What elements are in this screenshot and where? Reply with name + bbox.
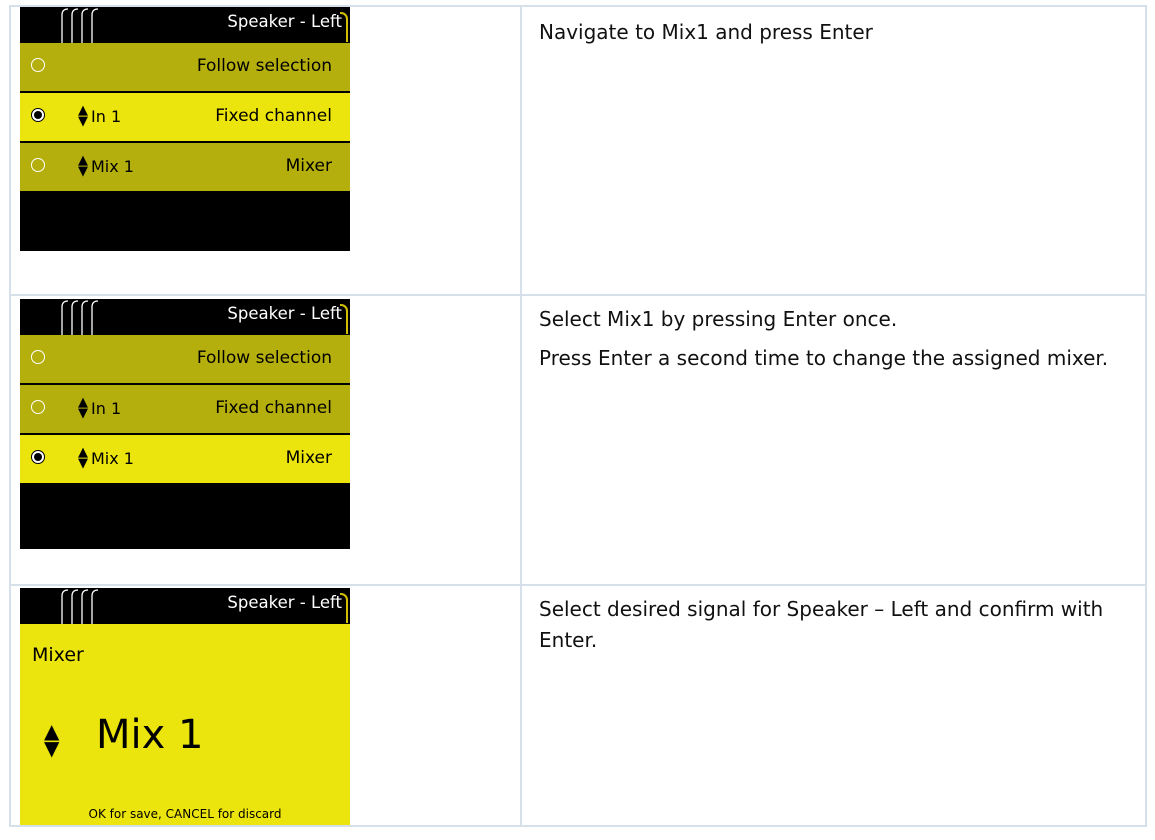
radio-button-icon[interactable] <box>31 450 45 464</box>
option-follow-selection[interactable]: Follow selection <box>20 43 350 93</box>
option-label: Fixed channel <box>215 398 332 418</box>
signal-lines-icon <box>61 300 99 335</box>
device-screen: Speaker - Left Follow selection ▲ ▼ In 1 … <box>20 7 350 251</box>
screen-title-bar: Speaker - Left <box>20 588 350 624</box>
screen-title: Speaker - Left <box>227 12 342 31</box>
device-screen: Speaker - Left Mixer ▲ ▼ Mix 1 OK for sav… <box>20 588 350 825</box>
option-label: Fixed channel <box>215 106 332 126</box>
option-label: Follow selection <box>196 348 332 368</box>
option-mixer[interactable]: ▲ ▼ Mix 1 Mixer <box>20 435 350 485</box>
option-label: Mixer <box>285 156 332 176</box>
title-bar-edge <box>340 593 348 623</box>
option-follow-selection[interactable]: Follow selection <box>20 335 350 385</box>
screen-title: Speaker - Left <box>227 593 342 612</box>
screen-cell: Speaker - Left Follow selection ▲ ▼ In 1 … <box>9 294 522 586</box>
radio-button-icon[interactable] <box>31 108 45 122</box>
radio-button-icon[interactable] <box>31 58 45 72</box>
radio-dot <box>34 111 42 119</box>
up-down-arrow-icon: ▲ ▼ <box>78 103 88 129</box>
instruction-cell: Navigate to Mix1 and press Enter <box>520 5 1147 296</box>
screen-cell: Speaker - Left Mixer ▲ ▼ Mix 1 OK for sav… <box>9 584 522 827</box>
step-row: Speaker - Left Mixer ▲ ▼ Mix 1 OK for sav… <box>9 584 1147 827</box>
instruction-text: Navigate to Mix1 and press Enter <box>539 20 873 44</box>
option-channel: In 1 <box>91 399 122 418</box>
up-down-arrow-icon: ▲ ▼ <box>78 153 88 179</box>
step-row: Speaker - Left Follow selection ▲ ▼ In 1 … <box>9 294 1147 586</box>
mixer-panel: Mixer ▲ ▼ Mix 1 OK for save, CANCEL for d… <box>20 624 350 825</box>
step-row: Speaker - Left Follow selection ▲ ▼ In 1 … <box>9 5 1147 296</box>
title-bar-edge <box>340 304 348 334</box>
mixer-value[interactable]: Mix 1 <box>96 712 203 758</box>
instruction-cell: Select Mix1 by pressing Enter once. Pres… <box>520 294 1147 586</box>
option-channel: Mix 1 <box>91 157 134 176</box>
save-cancel-hint: OK for save, CANCEL for discard <box>88 807 282 821</box>
up-down-arrow-icon[interactable]: ▲ ▼ <box>44 721 59 758</box>
option-label: Follow selection <box>196 56 332 76</box>
option-fixed-channel[interactable]: ▲ ▼ In 1 Fixed channel <box>20 385 350 435</box>
instruction-text: Select desired signal for Speaker – Left… <box>539 597 1104 652</box>
instruction-text: Select Mix1 by pressing Enter once. <box>539 307 898 331</box>
device-screen: Speaker - Left Follow selection ▲ ▼ In 1 … <box>20 299 350 549</box>
title-bar-edge <box>340 12 348 42</box>
radio-button-icon[interactable] <box>31 400 45 414</box>
instructions-table: Speaker - Left Follow selection ▲ ▼ In 1 … <box>9 5 1147 827</box>
screen-cell: Speaker - Left Follow selection ▲ ▼ In 1 … <box>9 5 522 296</box>
up-down-arrow-icon: ▲ ▼ <box>78 445 88 471</box>
mixer-heading: Mixer <box>32 644 84 666</box>
radio-button-icon[interactable] <box>31 350 45 364</box>
up-down-arrow-icon: ▲ ▼ <box>78 395 88 421</box>
instruction-text: Press Enter a second time to change the … <box>539 346 1109 370</box>
screen-title-bar: Speaker - Left <box>20 299 350 335</box>
option-channel: Mix 1 <box>91 449 134 468</box>
radio-button-icon[interactable] <box>31 158 45 172</box>
option-label: Mixer <box>285 448 332 468</box>
instruction-cell: Select desired signal for Speaker – Left… <box>520 584 1147 827</box>
signal-lines-icon <box>61 589 99 624</box>
screen-title: Speaker - Left <box>227 304 342 323</box>
option-fixed-channel[interactable]: ▲ ▼ In 1 Fixed channel <box>20 93 350 143</box>
radio-dot <box>34 453 42 461</box>
signal-lines-icon <box>61 8 99 43</box>
screen-title-bar: Speaker - Left <box>20 7 350 43</box>
option-channel: In 1 <box>91 107 122 126</box>
option-mixer[interactable]: ▲ ▼ Mix 1 Mixer <box>20 143 350 193</box>
